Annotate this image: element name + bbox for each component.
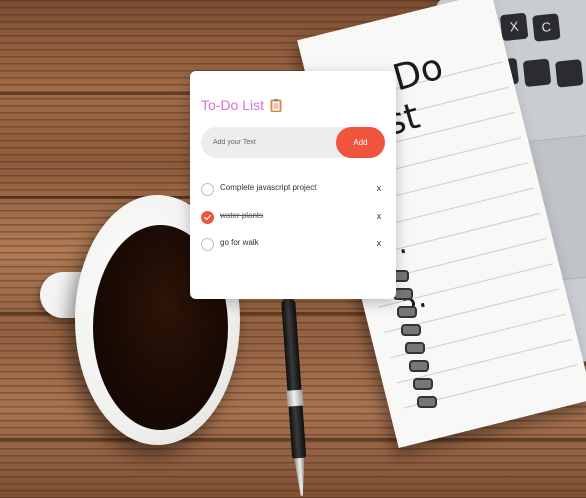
add-task-row: Add [201,127,385,158]
task-item[interactable]: water plants x [201,209,385,227]
spiral-ring [413,378,433,390]
app-title-row: To-Do List [201,97,282,113]
app-title: To-Do List [201,97,265,113]
notepad-spiral [387,270,447,430]
task-checkbox[interactable] [201,238,214,251]
laptop-key [554,59,584,88]
task-item[interactable]: Complete javascript project x [201,181,385,199]
remove-task-button[interactable]: x [374,211,384,221]
laptop-key [522,58,552,88]
spiral-ring [417,396,437,408]
task-item[interactable]: go for walk x [201,236,385,254]
spiral-ring [405,342,425,354]
desk-background: Z X C Alt To Do List 2. 3. [0,0,586,498]
remove-task-button[interactable]: x [374,238,384,248]
pen-band [286,389,304,407]
spiral-ring [409,360,429,372]
spiral-ring [401,324,421,336]
laptop-key: X [499,12,529,42]
task-checkbox[interactable] [201,211,214,224]
task-input[interactable] [213,127,333,158]
todo-card: To-Do List Add Complete javascript proje… [190,71,396,299]
pen-tip [294,458,307,497]
checkmark-icon [204,214,211,221]
spiral-ring [397,306,417,318]
spiral-ring [393,288,413,300]
laptop-key: C [532,13,561,42]
clipboard-icon [270,98,282,112]
remove-task-button[interactable]: x [374,183,384,193]
task-text: Complete javascript project [220,183,317,192]
add-button[interactable]: Add [336,127,385,158]
task-text: water plants [220,211,264,220]
task-checkbox[interactable] [201,183,214,196]
task-text: go for walk [220,238,259,247]
